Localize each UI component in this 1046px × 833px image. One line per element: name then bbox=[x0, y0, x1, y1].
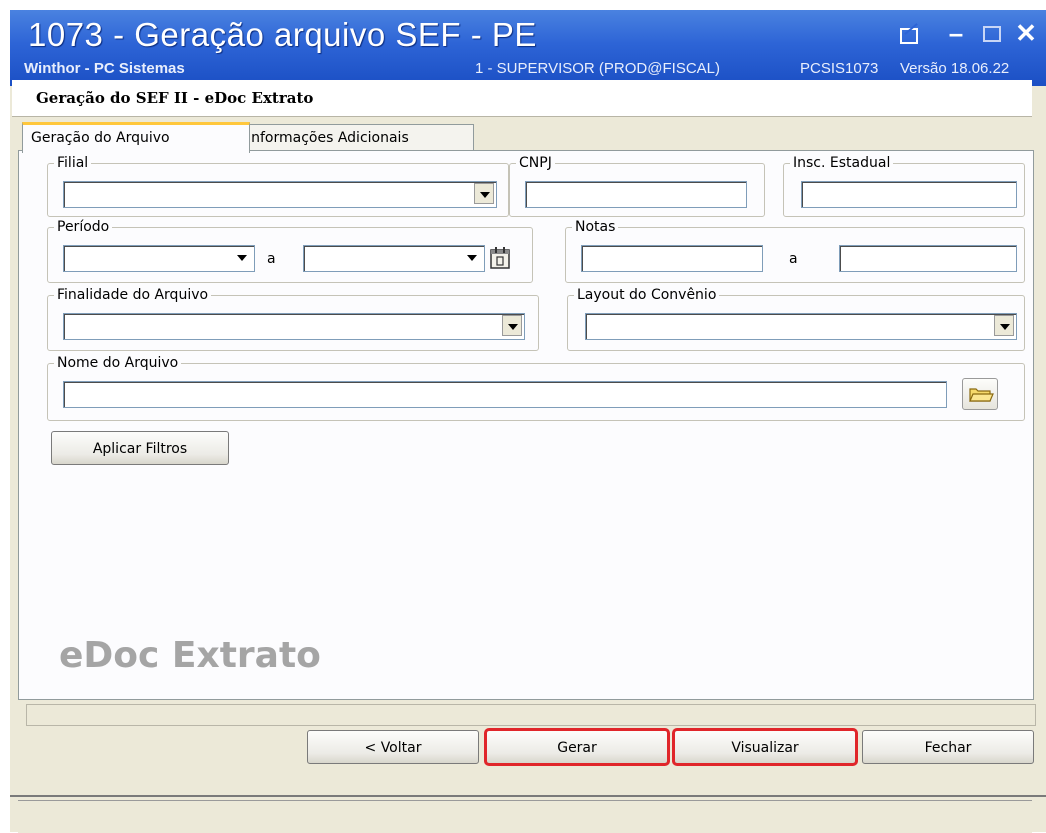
minimize-icon[interactable]: – bbox=[945, 20, 967, 46]
notas-to-field[interactable] bbox=[839, 245, 1017, 272]
gerar-label: Gerar bbox=[557, 740, 597, 756]
fechar-label: Fechar bbox=[924, 740, 972, 756]
notas-separator: a bbox=[789, 251, 798, 267]
layout-convenio-select[interactable] bbox=[585, 313, 1017, 340]
fechar-button[interactable]: Fechar bbox=[862, 730, 1034, 764]
visualizar-label: Visualizar bbox=[731, 740, 799, 756]
progress-bar bbox=[26, 704, 1036, 726]
edoc-extrato-watermark: eDoc Extrato bbox=[59, 635, 321, 676]
tab-informacoes-adicionais[interactable]: Informações Adicionais bbox=[238, 124, 474, 151]
cnpj-field[interactable] bbox=[525, 181, 747, 208]
user-info: 1 - SUPERVISOR (PROD@FISCAL) bbox=[475, 60, 720, 77]
voltar-label: < Voltar bbox=[364, 740, 422, 756]
periodo-from-select[interactable] bbox=[63, 245, 255, 272]
gerar-button[interactable]: Gerar bbox=[484, 728, 670, 766]
notas-from-field[interactable] bbox=[581, 245, 763, 272]
title-bar[interactable]: 1073 - Geração arquivo SEF - PE Winthor … bbox=[10, 10, 1046, 86]
folder-icon bbox=[969, 388, 994, 402]
folder-browse-button[interactable] bbox=[962, 378, 998, 410]
maximize-icon[interactable] bbox=[981, 22, 1003, 44]
tab-panel: Filial CNPJ Insc. Estadual Período a Not… bbox=[18, 150, 1034, 700]
periodo-label: Período bbox=[57, 219, 110, 235]
aplicar-filtros-button[interactable]: Aplicar Filtros bbox=[51, 431, 229, 465]
program-code: PCSIS1073 bbox=[800, 60, 879, 77]
status-bar bbox=[18, 800, 1032, 833]
tab-geracao-arquivo[interactable]: Geração do Arquivo bbox=[22, 122, 250, 153]
aplicar-filtros-label: Aplicar Filtros bbox=[92, 441, 188, 457]
filial-select[interactable] bbox=[63, 181, 497, 208]
restore-icon[interactable] bbox=[898, 22, 920, 44]
chevron-down-icon[interactable] bbox=[462, 247, 482, 268]
visualizar-button[interactable]: Visualizar bbox=[672, 728, 858, 766]
periodo-separator: a bbox=[267, 251, 276, 267]
periodo-to-select[interactable] bbox=[303, 245, 485, 272]
page-title: Geração do SEF II - eDoc Extrato bbox=[36, 89, 314, 107]
cnpj-label: CNPJ bbox=[519, 155, 552, 171]
chevron-down-icon[interactable] bbox=[232, 247, 252, 268]
nome-arquivo-field[interactable] bbox=[63, 381, 947, 408]
finalidade-label: Finalidade do Arquivo bbox=[57, 287, 209, 303]
insc-estadual-label: Insc. Estadual bbox=[793, 155, 891, 171]
close-icon[interactable]: ✕ bbox=[1015, 20, 1037, 46]
notas-label: Notas bbox=[575, 219, 616, 235]
filial-label: Filial bbox=[57, 155, 89, 171]
chevron-down-icon[interactable] bbox=[502, 315, 522, 336]
chevron-down-icon[interactable] bbox=[994, 315, 1014, 336]
page-header: Geração do SEF II - eDoc Extrato bbox=[12, 80, 1032, 117]
window-title: 1073 - Geração arquivo SEF - PE bbox=[28, 16, 537, 53]
calendar-icon[interactable] bbox=[489, 246, 511, 270]
tab-label: Geração do Arquivo bbox=[31, 130, 170, 146]
chevron-down-icon[interactable] bbox=[474, 183, 494, 204]
layout-convenio-label: Layout do Convênio bbox=[577, 287, 717, 303]
divider bbox=[10, 795, 1046, 797]
nome-arquivo-label: Nome do Arquivo bbox=[57, 355, 179, 371]
app-name: Winthor - PC Sistemas bbox=[24, 60, 185, 77]
voltar-button[interactable]: < Voltar bbox=[307, 730, 479, 764]
insc-estadual-field[interactable] bbox=[801, 181, 1017, 208]
version-info: Versão 18.06.22 bbox=[900, 60, 1010, 77]
finalidade-select[interactable] bbox=[63, 313, 525, 340]
tab-label: Informações Adicionais bbox=[247, 130, 409, 146]
